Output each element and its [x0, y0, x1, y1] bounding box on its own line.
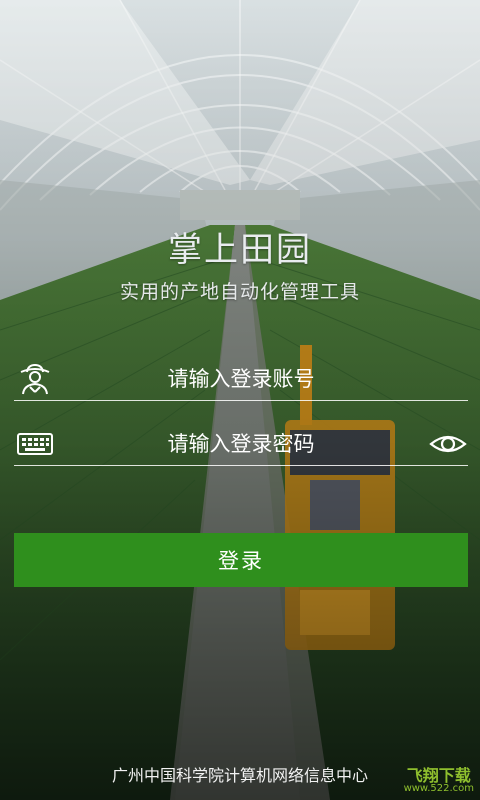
watermark-url: www.522.com — [403, 783, 474, 794]
watermark-title: 飞翔下载 — [406, 766, 471, 785]
account-field[interactable] — [14, 356, 468, 401]
login-button[interactable]: 登录 — [14, 533, 468, 587]
password-input[interactable] — [74, 423, 408, 465]
watermark: 飞翔下载 www.522.com — [404, 768, 474, 794]
eye-icon[interactable] — [428, 427, 468, 461]
app-title: 掌上田园 — [168, 230, 312, 270]
password-field[interactable] — [14, 421, 468, 466]
account-input[interactable] — [74, 358, 408, 400]
app-subtitle: 实用的产地自动化管理工具 — [119, 281, 360, 303]
farmer-icon — [16, 362, 54, 396]
keyboard-icon — [16, 427, 54, 461]
